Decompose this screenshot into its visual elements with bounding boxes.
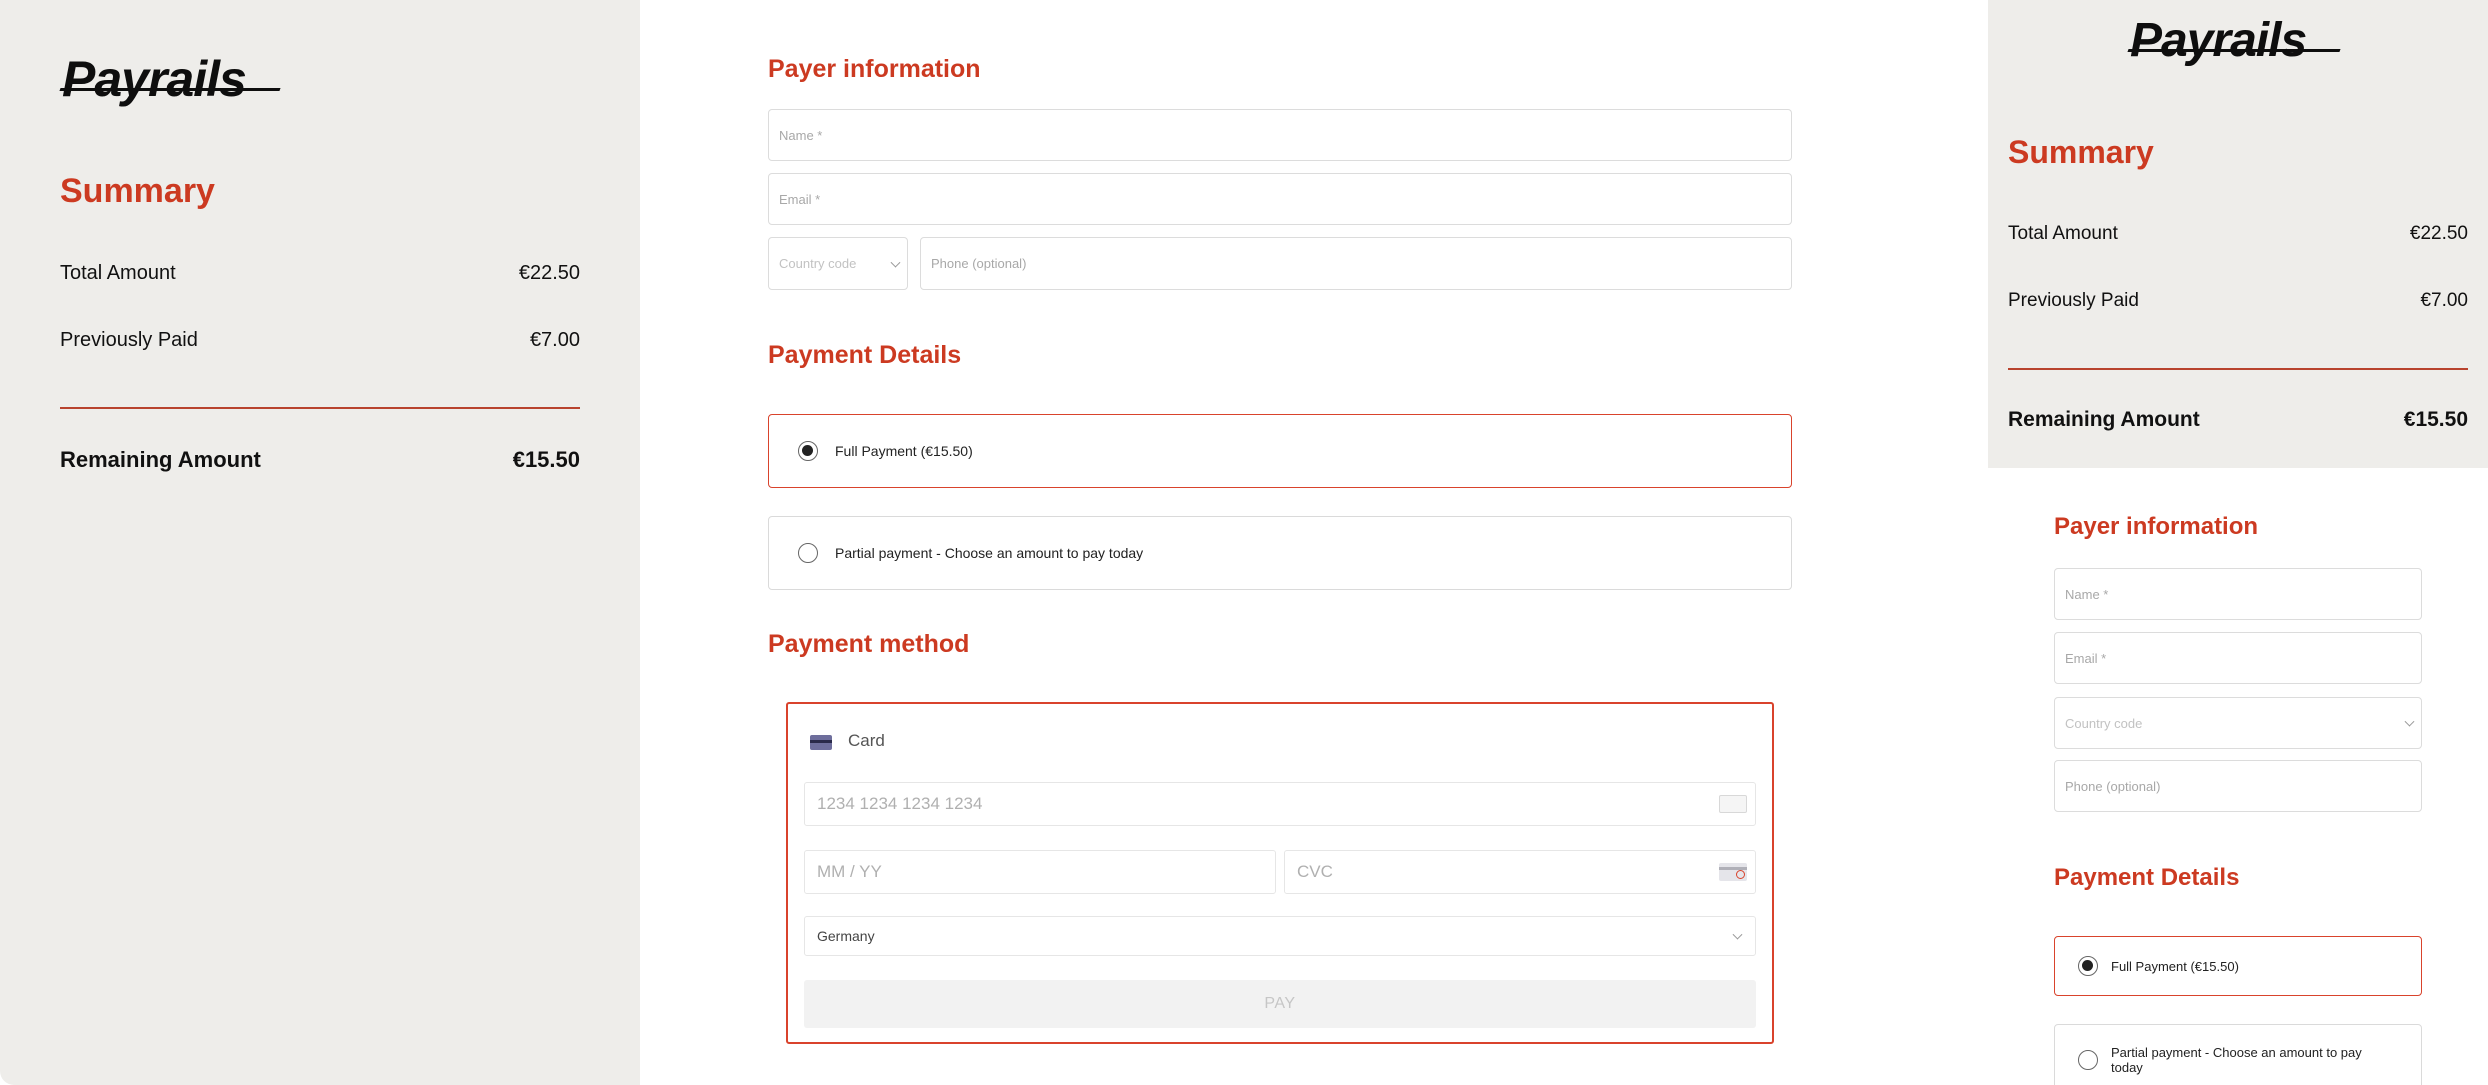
cvc-placeholder: CVC <box>1297 862 1333 881</box>
mobile-remaining-amount-value: €15.50 <box>2403 408 2468 431</box>
mobile-phone-placeholder: Phone (optional) <box>2065 778 2161 794</box>
remaining-amount-label: Remaining Amount <box>60 447 261 472</box>
mobile-full-payment-label: Full Payment (€15.50) <box>2111 958 2239 974</box>
mobile-country-code-select[interactable]: Country code <box>2054 697 2422 749</box>
cvc-input[interactable]: CVC <box>1284 850 1756 894</box>
credit-card-icon <box>810 735 832 750</box>
mobile-name-field[interactable]: Name * <box>2054 568 2422 620</box>
mobile-summary-panel: Payrails Summary Total Amount €22.50 Pre… <box>1988 0 2488 468</box>
payment-method-title: Payment method <box>768 630 970 658</box>
mobile-previously-paid-row: Previously Paid €7.00 <box>2008 290 2468 312</box>
chevron-down-icon <box>890 257 901 268</box>
card-payment-form: Card 1234 1234 1234 1234 MM / YY CVC Ger… <box>786 702 1774 1044</box>
full-payment-option[interactable]: Full Payment (€15.50) <box>768 414 1792 488</box>
payrails-logo: Payrails <box>62 51 247 107</box>
full-payment-label: Full Payment (€15.50) <box>835 443 973 459</box>
pay-button[interactable]: PAY <box>804 980 1756 1028</box>
card-method-label: Card <box>848 731 885 750</box>
radio-unchecked-icon[interactable] <box>798 543 818 563</box>
logo-underline <box>2127 49 2341 52</box>
logo-underline <box>59 88 281 91</box>
summary-divider <box>60 407 580 409</box>
country-code-select[interactable]: Country code <box>768 237 908 290</box>
billing-country-value: Germany <box>817 928 875 944</box>
previously-paid-value: €7.00 <box>529 329 580 351</box>
mobile-payer-info-title: Payer information <box>2054 513 2259 540</box>
mobile-remaining-amount-row: Remaining Amount €15.50 <box>2008 408 2468 432</box>
remaining-amount-value: €15.50 <box>512 447 580 472</box>
radio-unchecked-icon[interactable] <box>2078 1050 2098 1070</box>
partial-payment-option[interactable]: Partial payment - Choose an amount to pa… <box>768 516 1792 590</box>
mobile-payment-details-title: Payment Details <box>2054 864 2240 891</box>
billing-country-select[interactable]: Germany <box>804 916 1756 956</box>
mobile-email-field[interactable]: Email * <box>2054 632 2422 684</box>
mobile-partial-payment-label: Partial payment - Choose an amount to pa… <box>2111 1045 2362 1075</box>
radio-checked-icon[interactable] <box>2078 956 2098 976</box>
previously-paid-label: Previously Paid <box>60 329 198 351</box>
mobile-country-code-placeholder: Country code <box>2065 715 2143 731</box>
expiry-input[interactable]: MM / YY <box>804 850 1276 894</box>
mobile-total-amount-label: Total Amount <box>2008 223 2118 244</box>
total-amount-label: Total Amount <box>60 262 176 284</box>
mobile-checkout: Payrails Summary Total Amount €22.50 Pre… <box>1988 0 2488 1085</box>
chevron-down-icon <box>1732 929 1743 940</box>
phone-placeholder: Phone (optional) <box>931 256 1027 271</box>
summary-title: Summary <box>60 172 215 210</box>
desktop-checkout: Payrails Summary Total Amount €22.50 Pre… <box>0 0 1920 1085</box>
cvc-icon <box>1719 863 1747 881</box>
mobile-full-payment-option[interactable]: Full Payment (€15.50) <box>2054 936 2422 996</box>
country-code-placeholder: Country code <box>779 256 857 271</box>
mobile-phone-field[interactable]: Phone (optional) <box>2054 760 2422 812</box>
mobile-summary-title: Summary <box>2008 134 2154 170</box>
expiry-placeholder: MM / YY <box>817 862 882 881</box>
email-field[interactable]: Email * <box>768 173 1792 225</box>
remaining-amount-row: Remaining Amount €15.50 <box>60 447 580 473</box>
chevron-down-icon <box>2404 716 2415 727</box>
mobile-total-amount-value: €22.50 <box>2409 223 2468 244</box>
partial-payment-label: Partial payment - Choose an amount to pa… <box>835 545 1144 561</box>
mobile-previously-paid-value: €7.00 <box>2420 290 2468 311</box>
mobile-email-placeholder: Email * <box>2065 650 2107 666</box>
summary-sidebar: Payrails Summary Total Amount €22.50 Pre… <box>0 0 640 1085</box>
mobile-total-amount-row: Total Amount €22.50 <box>2008 223 2468 245</box>
previously-paid-row: Previously Paid €7.00 <box>60 329 580 352</box>
mobile-remaining-amount-label: Remaining Amount <box>2008 408 2200 431</box>
payer-info-title: Payer information <box>768 55 981 83</box>
mobile-summary-divider <box>2008 368 2468 370</box>
mobile-partial-payment-option[interactable]: Partial payment - Choose an amount to pa… <box>2054 1024 2422 1085</box>
payrails-logo: Payrails <box>2130 14 2307 67</box>
name-placeholder: Name * <box>779 127 823 143</box>
name-field[interactable]: Name * <box>768 109 1792 161</box>
total-amount-row: Total Amount €22.50 <box>60 262 580 285</box>
mobile-previously-paid-label: Previously Paid <box>2008 290 2139 311</box>
email-placeholder: Email * <box>779 191 821 207</box>
mobile-name-placeholder: Name * <box>2065 586 2109 602</box>
payment-details-title: Payment Details <box>768 341 962 369</box>
card-number-input[interactable]: 1234 1234 1234 1234 <box>804 782 1756 826</box>
card-number-placeholder: 1234 1234 1234 1234 <box>817 794 983 813</box>
radio-checked-icon[interactable] <box>798 441 818 461</box>
card-brand-icon <box>1719 795 1747 813</box>
total-amount-value: €22.50 <box>518 262 580 284</box>
phone-field[interactable]: Phone (optional) <box>920 237 1792 290</box>
